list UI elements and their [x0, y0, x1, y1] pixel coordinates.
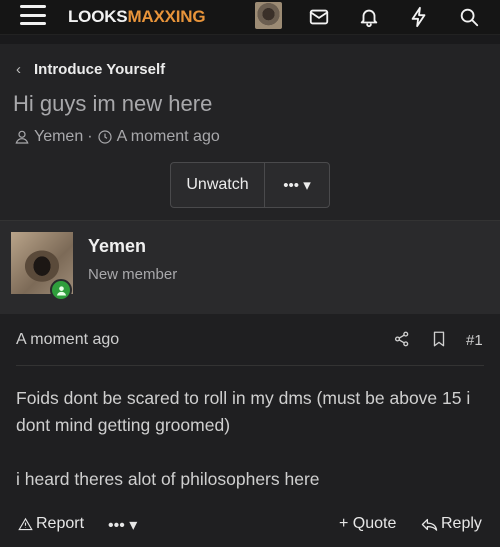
- share-icon[interactable]: [393, 330, 411, 348]
- online-status-icon: [50, 279, 72, 301]
- top-navigation-bar: LOOKSMAXXING: [0, 0, 500, 35]
- thread-author[interactable]: Yemen: [34, 128, 83, 146]
- user-icon: [15, 130, 29, 144]
- logo-text-maxxing: MAXXING: [127, 7, 206, 26]
- breadcrumb[interactable]: ‹ Introduce Yourself: [16, 61, 165, 78]
- post-paragraph: i heard theres alot of philosophers here: [16, 469, 320, 489]
- site-logo[interactable]: LOOKSMAXXING: [68, 7, 206, 27]
- post-number[interactable]: #1: [466, 332, 483, 349]
- account-avatar[interactable]: [255, 2, 282, 29]
- post-more-menu-button[interactable]: ••• ▾: [108, 515, 137, 535]
- post-content: Foids dont be scared to roll in my dms (…: [16, 385, 491, 520]
- post-divider: [16, 365, 484, 366]
- quote-button[interactable]: + Quote: [339, 515, 396, 533]
- report-button[interactable]: Report: [18, 515, 84, 533]
- post-user-block: [0, 221, 500, 314]
- post-time[interactable]: A moment ago: [16, 331, 119, 349]
- report-label: Report: [36, 515, 85, 532]
- menu-icon[interactable]: [20, 5, 46, 27]
- bell-icon[interactable]: [358, 6, 380, 28]
- reply-button[interactable]: Reply: [421, 515, 482, 533]
- unwatch-button[interactable]: Unwatch: [171, 163, 265, 207]
- caret-down-icon: ▾: [129, 517, 138, 534]
- breadcrumb-label: Introduce Yourself: [34, 61, 166, 78]
- chevron-left-icon: ‹: [16, 61, 21, 78]
- more-dots: •••: [283, 176, 300, 194]
- thread-time[interactable]: A moment ago: [117, 128, 220, 146]
- user-title: New member: [88, 266, 178, 283]
- bookmark-icon[interactable]: [430, 330, 448, 348]
- caret-down-icon: ▾: [303, 177, 311, 194]
- logo-text-looks: LOOKS: [68, 7, 128, 26]
- warning-icon: [18, 517, 33, 530]
- more-dots: •••: [108, 517, 125, 534]
- thread-more-menu-button[interactable]: ••• ▾: [265, 163, 329, 207]
- page-title: Hi guys im new here: [13, 91, 213, 116]
- post-username[interactable]: Yemen: [88, 236, 146, 257]
- meta-separator: ·: [87, 128, 93, 145]
- post-paragraph: Foids dont be scared to roll in my dms (…: [16, 388, 471, 435]
- thread-actions: Unwatch ••• ▾: [170, 162, 330, 208]
- reply-label: Reply: [441, 515, 482, 532]
- clock-icon: [97, 130, 112, 144]
- bolt-icon[interactable]: [408, 6, 430, 28]
- search-icon[interactable]: [458, 6, 480, 28]
- mail-icon[interactable]: [308, 6, 330, 28]
- thread-meta: Yemen · A moment ago: [14, 128, 220, 146]
- reply-icon: [421, 518, 438, 531]
